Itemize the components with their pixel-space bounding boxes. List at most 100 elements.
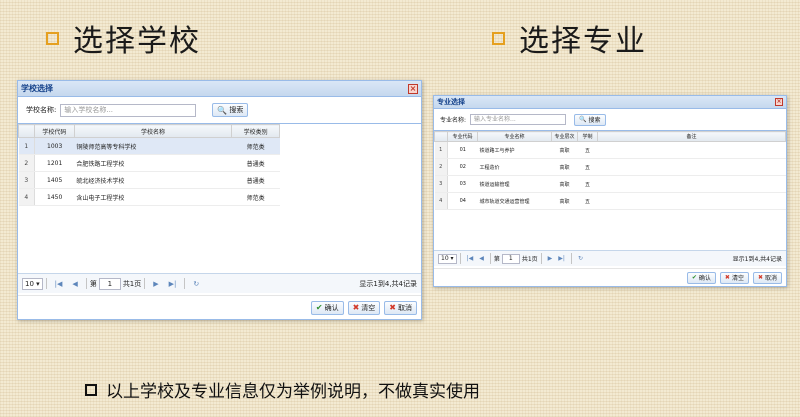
major-name-cell: 铁道路工与养护 [477,141,552,159]
page-label: 第 [89,279,97,288]
major-note-cell [597,175,786,193]
clear-label: 清空 [361,303,376,312]
check-icon: ✔ [315,303,323,312]
pager-divider [85,278,87,289]
pager-divider [144,278,146,289]
search-button-label: 搜索 [588,117,601,124]
major-pager: 10 ▾ |◀ ◀ 第 1 共1页 ▶ ▶| ↻ 显示1到4,共4记录 [434,250,786,266]
column-header[interactable]: 学校类别 [231,124,280,138]
school-name-cell: 铜陵师范高等专科学校 [74,137,232,155]
last-page-icon[interactable]: ▶| [169,280,177,288]
major-name-cell: 城市轨道交通运营管理 [477,192,552,210]
major-search-input[interactable]: 输入专业名称... [470,114,567,125]
school-code-cell: 1201 [34,154,75,172]
search-button[interactable]: 🔍 搜索 [212,103,249,117]
close-icon[interactable]: × [775,98,783,106]
table-row[interactable]: 3 03 铁道运输管理 高职 五 [434,175,786,193]
table-row[interactable]: 2 1201 合肥铁路工程学校 普通类 [18,154,280,172]
page-size-select[interactable]: 10 ▾ [438,253,457,264]
school-type-cell: 师范类 [231,188,280,206]
next-page-icon[interactable]: ▶ [153,280,158,288]
search-button[interactable]: 🔍 搜索 [574,113,606,126]
column-header[interactable]: 学校名称 [73,124,233,138]
column-header[interactable]: 专业名称 [477,131,552,142]
confirm-label: 确认 [324,303,339,312]
cancel-button[interactable]: ✖ 取消 [384,300,417,315]
search-label: 学校名称: [26,106,57,114]
table-row[interactable]: 1 1003 铜陵师范高等专科学校 师范类 [18,137,280,155]
page-size-select[interactable]: 10 ▾ [22,277,43,290]
page-size-value: 10 [441,254,449,262]
disclaimer-bullet: 以上学校及专业信息仅为举例说明，不做真实使用 [85,377,480,402]
square-bullet-icon [85,383,97,396]
cancel-icon: ✖ [389,303,396,312]
major-code-cell: 03 [447,175,478,193]
page-number-input[interactable]: 1 [98,277,121,290]
refresh-icon[interactable]: ↻ [193,280,199,288]
disclaimer-text: 以上学校及专业信息仅为举例说明，不做真实使用 [106,382,480,402]
heading-select-school: 选择学校 [46,16,201,60]
first-page-icon[interactable]: |◀ [55,280,63,288]
last-page-icon[interactable]: ▶| [558,255,565,262]
heading-text: 选择专业 [519,24,647,59]
page-label: 第 [493,256,500,263]
school-type-cell: 师范类 [231,137,280,155]
school-search-input[interactable]: 输入学校名称... [60,103,197,117]
dialog-titlebar: 学校选择 × [18,81,421,97]
dialog-footer: ✔ 确认 ✖ 清空 ✖ 取消 [434,268,786,286]
prev-page-icon[interactable]: ◀ [72,280,77,288]
cancel-label: 取消 [764,275,777,282]
major-grid: 专业代码 专业名称 专业层次 学制 备注 1 01 铁道路工与养护 高职 五 2… [434,130,786,210]
clear-button[interactable]: ✖ 清空 [719,271,749,284]
confirm-button[interactable]: ✔ 确认 [310,300,344,315]
column-header[interactable]: 学制 [577,131,598,142]
school-type-cell: 普通类 [231,171,280,189]
pager-divider [459,253,461,264]
clear-label: 清空 [731,275,744,282]
column-header[interactable]: 学校代码 [33,124,75,138]
school-name-cell: 合肥铁路工程学校 [74,154,232,172]
cancel-button[interactable]: ✖ 取消 [752,271,782,284]
row-number: 2 [18,154,35,172]
refresh-icon[interactable]: ↻ [578,255,583,262]
major-select-dialog: 专业选择 × 专业名称: 输入专业名称... 🔍 搜索 专业代码 专业名称 专业… [433,95,787,287]
row-number-header [18,124,35,138]
close-icon[interactable]: × [408,83,418,94]
column-header[interactable]: 专业层次 [551,131,578,142]
heading-select-major: 选择专业 [492,16,647,60]
total-pages: 共1页 [122,279,142,288]
school-code-cell: 1450 [34,188,75,206]
major-level-cell: 高职 [551,175,578,193]
cancel-label: 取消 [398,303,412,312]
pager-divider [184,278,186,289]
record-info: 显示1到4,共4记录 [359,279,417,288]
next-page-icon[interactable]: ▶ [548,255,553,262]
grid-header-row: 学校代码 学校名称 学校类别 [18,124,280,138]
column-header[interactable]: 专业代码 [447,131,478,142]
major-level-cell: 高职 [551,158,578,176]
search-row: 专业名称: 输入专业名称... 🔍 搜索 [434,109,786,130]
major-years-cell: 五 [577,158,598,176]
school-select-dialog: 学校选择 × 学校名称: 输入学校名称... 🔍 搜索 学校代码 学校名称 学校… [17,80,422,320]
row-number: 1 [18,137,35,155]
page-number-input[interactable]: 1 [501,253,520,264]
prev-page-icon[interactable]: ◀ [479,255,484,262]
major-code-cell: 02 [447,158,478,176]
row-number: 4 [18,188,35,206]
clear-button[interactable]: ✖ 清空 [347,300,381,315]
confirm-button[interactable]: ✔ 确认 [686,271,716,284]
table-row[interactable]: 4 04 城市轨道交通运营管理 高职 五 [434,192,786,210]
row-number-header [434,131,448,142]
table-row[interactable]: 2 02 工程造价 高职 五 [434,158,786,176]
table-row[interactable]: 4 1450 含山电子工程学校 师范类 [18,188,280,206]
column-header[interactable]: 备注 [597,131,786,142]
major-code-cell: 01 [447,141,478,159]
major-name-cell: 铁道运输管理 [477,175,552,193]
school-grid: 学校代码 学校名称 学校类别 1 1003 铜陵师范高等专科学校 师范类 2 1… [18,123,421,206]
table-row[interactable]: 3 1405 皖北经济技术学校 普通类 [18,171,280,189]
table-row[interactable]: 1 01 铁道路工与养护 高职 五 [434,141,786,159]
x-icon: ✖ [724,274,730,281]
first-page-icon[interactable]: |◀ [467,255,474,262]
major-code-cell: 04 [447,192,478,210]
major-level-cell: 高职 [551,141,578,159]
